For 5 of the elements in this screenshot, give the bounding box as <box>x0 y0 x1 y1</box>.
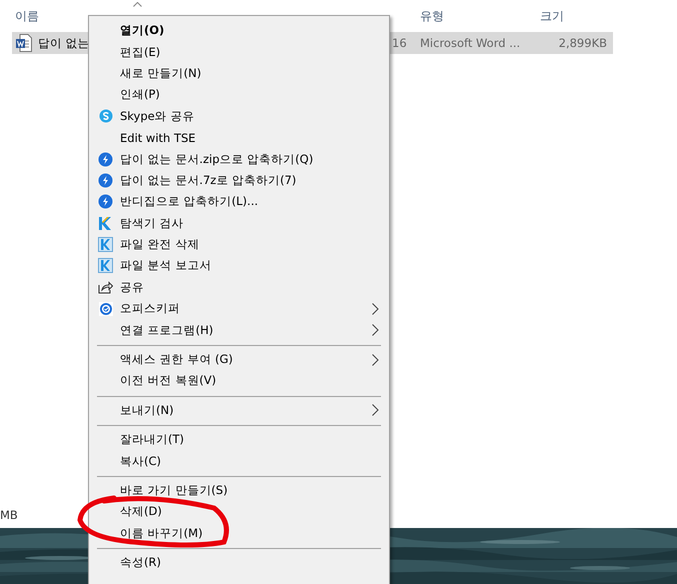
modified-date: 16 <box>392 36 407 50</box>
status-text: MB <box>0 508 18 522</box>
file-type: Microsoft Word ... <box>420 36 520 50</box>
file-size: 2,899KB <box>558 36 607 50</box>
file-name: 답이 없는 <box>38 36 90 50</box>
